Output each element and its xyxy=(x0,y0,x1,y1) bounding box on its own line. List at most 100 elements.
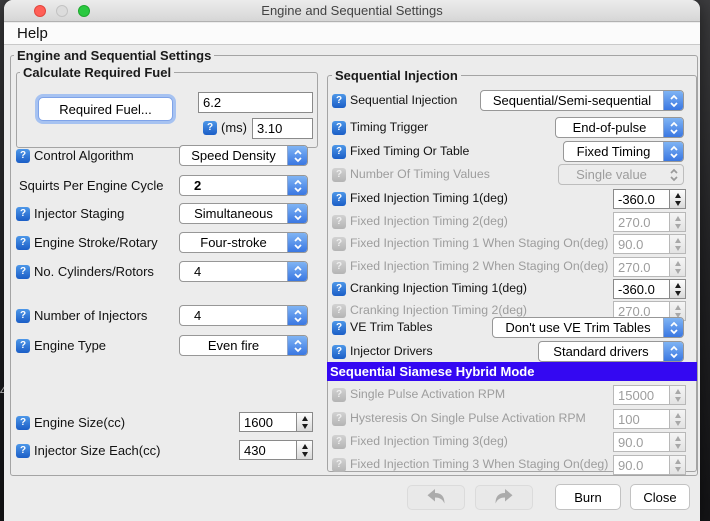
injector-staging-combobox[interactable]: Simultaneous xyxy=(179,203,308,224)
help-icon[interactable]: ? xyxy=(16,309,30,323)
help-icon: ? xyxy=(332,215,346,229)
number-of-injectors-combobox[interactable]: 4 xyxy=(179,305,308,326)
combo-chevrons-icon xyxy=(663,91,683,110)
spinner-arrows-icon xyxy=(669,257,686,277)
cylinders-label: No. Cylinders/Rotors xyxy=(34,264,154,279)
combo-chevrons-icon xyxy=(287,336,307,355)
injector-size-spinner[interactable]: 430 xyxy=(239,440,313,460)
main-groupbox-title: Engine and Sequential Settings xyxy=(14,49,214,62)
help-icon[interactable]: ? xyxy=(332,321,346,335)
engine-type-combobox[interactable]: Even fire xyxy=(179,335,308,356)
hysteresis-single-pulse-spinner: 100 xyxy=(613,409,686,429)
fixed-injection-timing-2-staging-spinner: 270.0 xyxy=(613,257,686,277)
fixed-injection-timing-3-staging-label: Fixed Injection Timing 3 When Staging On… xyxy=(350,457,608,472)
redo-button[interactable] xyxy=(475,485,533,510)
help-icon: ? xyxy=(332,458,346,472)
help-icon[interactable]: ? xyxy=(332,345,346,359)
engine-stroke-combobox[interactable]: Four-stroke xyxy=(179,232,308,253)
spinner-arrows-icon xyxy=(669,455,686,475)
undo-icon xyxy=(424,488,448,508)
cranking-injection-timing-2-label: Cranking Injection Timing 2(deg) xyxy=(350,303,527,318)
help-icon[interactable]: ? xyxy=(16,416,30,430)
spinner-arrows-icon xyxy=(669,409,686,429)
engine-size-spinner[interactable]: 1600 xyxy=(239,412,313,432)
help-icon: ? xyxy=(332,168,346,182)
timing-trigger-label: Timing Trigger xyxy=(350,120,428,135)
squirts-per-cycle-label: Squirts Per Engine Cycle xyxy=(19,178,164,193)
help-icon[interactable]: ? xyxy=(332,121,346,135)
injector-size-label: Injector Size Each(cc) xyxy=(34,443,160,458)
help-icon[interactable]: ? xyxy=(16,236,30,250)
spinner-arrows-icon xyxy=(669,432,686,452)
help-icon: ? xyxy=(332,388,346,402)
sequential-groupbox-title: Sequential Injection xyxy=(332,69,461,82)
help-icon: ? xyxy=(332,304,346,318)
number-of-injectors-label: Number of Injectors xyxy=(34,308,147,323)
window-title: Engine and Sequential Settings xyxy=(4,0,700,22)
fixed-timing-or-table-combobox[interactable]: Fixed Timing xyxy=(563,141,684,162)
fixed-injection-timing-1-staging-spinner: 90.0 xyxy=(613,234,686,254)
close-button[interactable]: Close xyxy=(630,484,690,510)
spinner-arrows-icon xyxy=(669,212,686,232)
spinner-arrows-icon xyxy=(669,385,686,405)
spinner-arrows-icon[interactable] xyxy=(296,440,313,460)
help-icon[interactable]: ? xyxy=(332,145,346,159)
help-icon[interactable]: ? xyxy=(16,207,30,221)
fixed-injection-timing-1-spinner[interactable]: -360.0 xyxy=(613,189,686,209)
fixed-injection-timing-3-spinner: 90.0 xyxy=(613,432,686,452)
squirts-per-cycle-combobox[interactable]: 2 xyxy=(179,175,308,196)
number-of-timing-values-combobox: Single value xyxy=(558,164,684,185)
undo-button[interactable] xyxy=(407,485,465,510)
combo-chevrons-icon xyxy=(663,142,683,161)
combo-chevrons-icon xyxy=(663,318,683,337)
required-fuel-button[interactable]: Required Fuel... xyxy=(38,97,173,121)
close-window-button[interactable] xyxy=(34,5,46,17)
hybrid-mode-header: Sequential Siamese Hybrid Mode xyxy=(327,362,697,381)
redo-icon xyxy=(492,488,516,508)
traffic-lights xyxy=(34,5,90,17)
required-fuel-field[interactable]: 6.2 xyxy=(198,92,313,113)
single-pulse-activation-rpm-spinner: 15000 xyxy=(613,385,686,405)
help-icon[interactable]: ? xyxy=(16,339,30,353)
menu-help[interactable]: Help xyxy=(13,23,52,45)
sequential-injection-combobox[interactable]: Sequential/Semi-sequential xyxy=(480,90,684,111)
spinner-arrows-icon[interactable] xyxy=(669,279,686,299)
help-icon: ? xyxy=(332,237,346,251)
title-bar[interactable]: Engine and Sequential Settings xyxy=(4,0,700,22)
ve-trim-tables-combobox[interactable]: Don't use VE Trim Tables xyxy=(492,317,684,338)
help-icon[interactable]: ? xyxy=(332,282,346,296)
combo-chevrons-icon xyxy=(287,204,307,223)
fixed-timing-or-table-label: Fixed Timing Or Table xyxy=(350,144,469,159)
ms-label: (ms) xyxy=(221,120,247,135)
combo-chevrons-icon xyxy=(663,118,683,137)
help-icon: ? xyxy=(332,412,346,426)
injector-drivers-combobox[interactable]: Standard drivers xyxy=(538,341,684,362)
single-pulse-activation-rpm-label: Single Pulse Activation RPM xyxy=(350,387,505,402)
timing-trigger-combobox[interactable]: End-of-pulse xyxy=(555,117,684,138)
burn-button[interactable]: Burn xyxy=(555,484,621,510)
menu-bar: Help xyxy=(4,23,700,45)
engine-stroke-label: Engine Stroke/Rotary xyxy=(34,235,158,250)
minimize-window-button[interactable] xyxy=(56,5,68,17)
help-icon[interactable]: ? xyxy=(332,94,346,108)
cylinders-combobox[interactable]: 4 xyxy=(179,261,308,282)
help-icon[interactable]: ? xyxy=(203,121,217,135)
combo-chevrons-icon xyxy=(287,262,307,281)
fixed-injection-timing-2-staging-label: Fixed Injection Timing 2 When Staging On… xyxy=(350,259,608,274)
cranking-injection-timing-1-spinner[interactable]: -360.0 xyxy=(613,279,686,299)
spinner-arrows-icon[interactable] xyxy=(296,412,313,432)
spinner-arrows-icon[interactable] xyxy=(669,189,686,209)
combo-chevrons-icon xyxy=(664,165,683,184)
help-icon[interactable]: ? xyxy=(16,149,30,163)
number-of-timing-values-label: Number Of Timing Values xyxy=(350,167,490,182)
control-algorithm-label: Control Algorithm xyxy=(34,148,134,163)
combo-chevrons-icon xyxy=(287,146,307,165)
control-algorithm-combobox[interactable]: Speed Density xyxy=(179,145,308,166)
help-icon[interactable]: ? xyxy=(16,265,30,279)
fixed-injection-timing-1-label: Fixed Injection Timing 1(deg) xyxy=(350,191,508,206)
help-icon[interactable]: ? xyxy=(332,192,346,206)
required-fuel-ms-field[interactable]: 3.10 xyxy=(252,118,313,139)
zoom-window-button[interactable] xyxy=(78,5,90,17)
help-icon[interactable]: ? xyxy=(16,444,30,458)
fixed-injection-timing-2-spinner: 270.0 xyxy=(613,212,686,232)
